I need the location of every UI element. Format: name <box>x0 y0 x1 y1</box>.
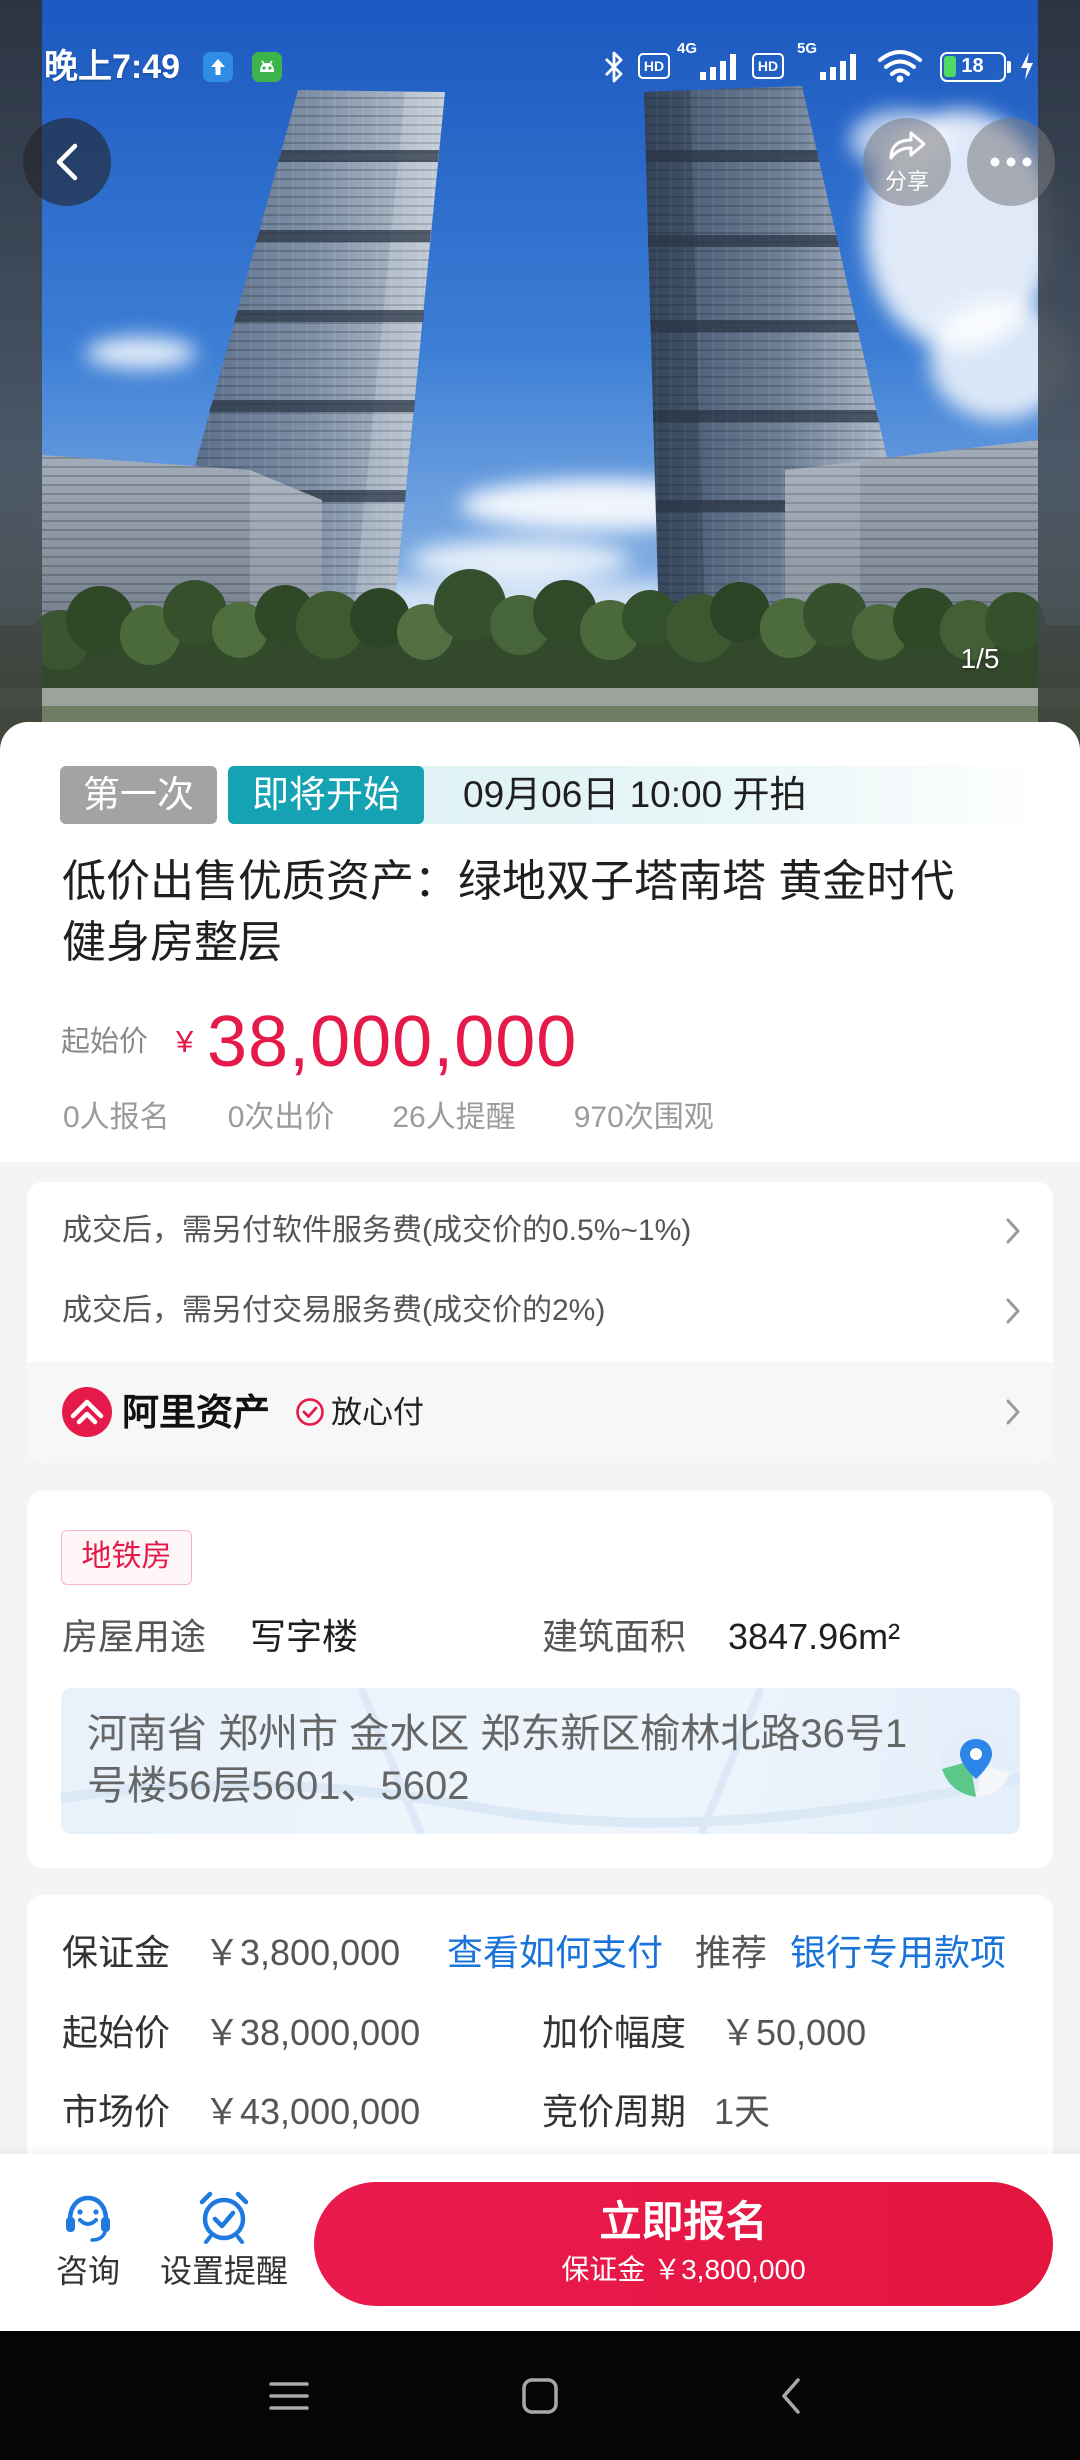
terms-start-price-label: 起始价 <box>62 2012 171 2053</box>
status-time: 晚上7:49 <box>44 48 181 86</box>
view-count: 970次围观 <box>573 1101 714 1134</box>
status-badge: 即将开始 <box>228 766 424 824</box>
increment-value: ￥50,000 <box>720 2012 867 2053</box>
fees-card: 成交后，需另付软件服务费(成交价的0.5%~1%) 成交后，需另付交易服务费(成… <box>27 1182 1053 1463</box>
property-card: 地铁房 房屋用途 写字楼 建筑面积 3847.96m² 河南省 郑州市 金水区 … <box>27 1491 1053 1868</box>
signal-icon-2 <box>820 54 856 80</box>
chevron-right-icon <box>1006 1298 1020 1324</box>
metro-tag: 地铁房 <box>61 1530 192 1585</box>
auction-start-time: 09月06日 10:00 开拍 <box>463 774 807 815</box>
wifi-icon <box>878 50 922 83</box>
cycle-label: 竞价周期 <box>542 2091 687 2132</box>
share-icon <box>889 131 926 160</box>
consult-button[interactable]: 咨询 <box>38 2154 138 2331</box>
signup-deposit: 保证金 ￥3,800,000 <box>561 2254 806 2285</box>
nav-back-icon[interactable] <box>776 2376 806 2416</box>
android-app-icon <box>252 52 282 82</box>
usage-value: 写字楼 <box>250 1616 359 1657</box>
charging-icon <box>1021 52 1033 80</box>
address-text: 河南省 郑州市 金水区 郑东新区榆林北路36号1号楼56层5601、5602 <box>87 1712 908 1808</box>
software-fee-row[interactable]: 成交后，需另付软件服务费(成交价的0.5%~1%) <box>27 1191 1053 1271</box>
deposit-label: 保证金 <box>62 1932 171 1973</box>
back-button[interactable] <box>23 118 111 206</box>
alipay-assets-logo <box>62 1387 112 1437</box>
check-circle-icon <box>296 1398 324 1426</box>
hd-badge-2: HD <box>752 53 784 79</box>
share-button[interactable]: 分享 <box>863 118 951 206</box>
bluetooth-icon <box>605 51 623 83</box>
battery-icon: 18 <box>940 52 1006 82</box>
reminder-count: 26人提醒 <box>392 1101 516 1134</box>
brand-name: 阿里资产 <box>122 1392 270 1433</box>
bottom-action-bar: 咨询 设置提醒 立即报名 保证金 ￥3,800,000 <box>0 2154 1080 2331</box>
how-to-pay-link[interactable]: 查看如何支付 <box>447 1928 663 1978</box>
auction-stats: 0人报名 0次出价 26人提醒 970次围观 <box>63 1098 714 1138</box>
transaction-fee-text: 成交后，需另付交易服务费(成交价的2%) <box>62 1294 606 1327</box>
more-icon <box>990 157 1032 167</box>
auction-terms-card: 保证金 ￥3,800,000 查看如何支付 推荐 银行专用款项 起始价 ￥38,… <box>27 1895 1053 2195</box>
status-bar: 晚上7:49 HD 4G HD 5G 18 <box>0 0 1080 120</box>
signup-count: 0人报名 <box>63 1101 170 1134</box>
transaction-fee-row[interactable]: 成交后，需另付交易服务费(成交价的2%) <box>27 1271 1053 1351</box>
recommend-label: 推荐 <box>695 1932 768 1973</box>
app-root: 晚上7:49 HD 4G HD 5G 18 分享 1/5 第一次 即将开始 09… <box>0 0 1080 2460</box>
market-price-value: ￥43,000,000 <box>204 2091 421 2132</box>
alarm-clock-icon <box>199 2191 249 2244</box>
upload-app-icon <box>203 52 233 82</box>
page-title: 低价出售优质资产：绿地双子塔南塔 黄金时代健身房整层 <box>62 857 955 967</box>
back-icon <box>56 143 78 181</box>
bank-account-link[interactable]: 银行专用款项 <box>790 1928 1006 1978</box>
bid-count: 0次出价 <box>227 1101 335 1134</box>
consult-label: 咨询 <box>55 2253 120 2289</box>
reminder-label: 设置提醒 <box>159 2253 288 2289</box>
system-navigation-bar <box>0 2331 1080 2460</box>
hd-badge-1: HD <box>638 53 670 79</box>
battery-level: 18 <box>961 55 984 77</box>
home-square-icon[interactable] <box>520 2376 560 2416</box>
share-label: 分享 <box>884 169 929 194</box>
headset-icon <box>66 2195 110 2242</box>
image-counter: 1/5 <box>960 643 1000 674</box>
network-type-1: 4G <box>677 40 698 57</box>
secure-pay-label: 放心付 <box>331 1395 424 1430</box>
set-reminder-button[interactable]: 设置提醒 <box>154 2154 294 2331</box>
signal-icon-1 <box>700 54 736 80</box>
signup-label: 立即报名 <box>599 2198 768 2245</box>
battery-cap <box>1007 61 1011 73</box>
network-type-2: 5G <box>797 40 818 57</box>
more-button[interactable] <box>967 118 1055 206</box>
area-value: 3847.96m² <box>728 1616 901 1657</box>
currency-symbol: ¥ <box>176 1024 194 1059</box>
deposit-value: ￥3,800,000 <box>204 1932 401 1973</box>
usage-label: 房屋用途 <box>62 1616 207 1657</box>
signup-button[interactable]: 立即报名 保证金 ￥3,800,000 <box>314 2182 1053 2306</box>
increment-label: 加价幅度 <box>542 2012 687 2053</box>
map-pin-icon <box>940 1725 1012 1797</box>
cycle-value: 1天 <box>714 2091 771 2132</box>
menu-icon[interactable] <box>267 2376 311 2416</box>
secure-pay-row[interactable]: 阿里资产 放心付 <box>27 1362 1053 1463</box>
start-price-label: 起始价 <box>61 1026 149 1058</box>
round-badge: 第一次 <box>60 766 217 824</box>
terms-start-price-value: ￥38,000,000 <box>204 2012 421 2053</box>
chevron-right-icon <box>1006 1218 1020 1244</box>
software-fee-text: 成交后，需另付软件服务费(成交价的0.5%~1%) <box>62 1214 692 1247</box>
address-map-link[interactable]: 河南省 郑州市 金水区 郑东新区榆林北路36号1号楼56层5601、5602 <box>61 1688 1020 1834</box>
chevron-right-icon <box>1006 1399 1020 1425</box>
market-price-label: 市场价 <box>62 2091 171 2132</box>
area-label: 建筑面积 <box>542 1616 687 1657</box>
start-price: 38,000,000 <box>207 1002 578 1082</box>
